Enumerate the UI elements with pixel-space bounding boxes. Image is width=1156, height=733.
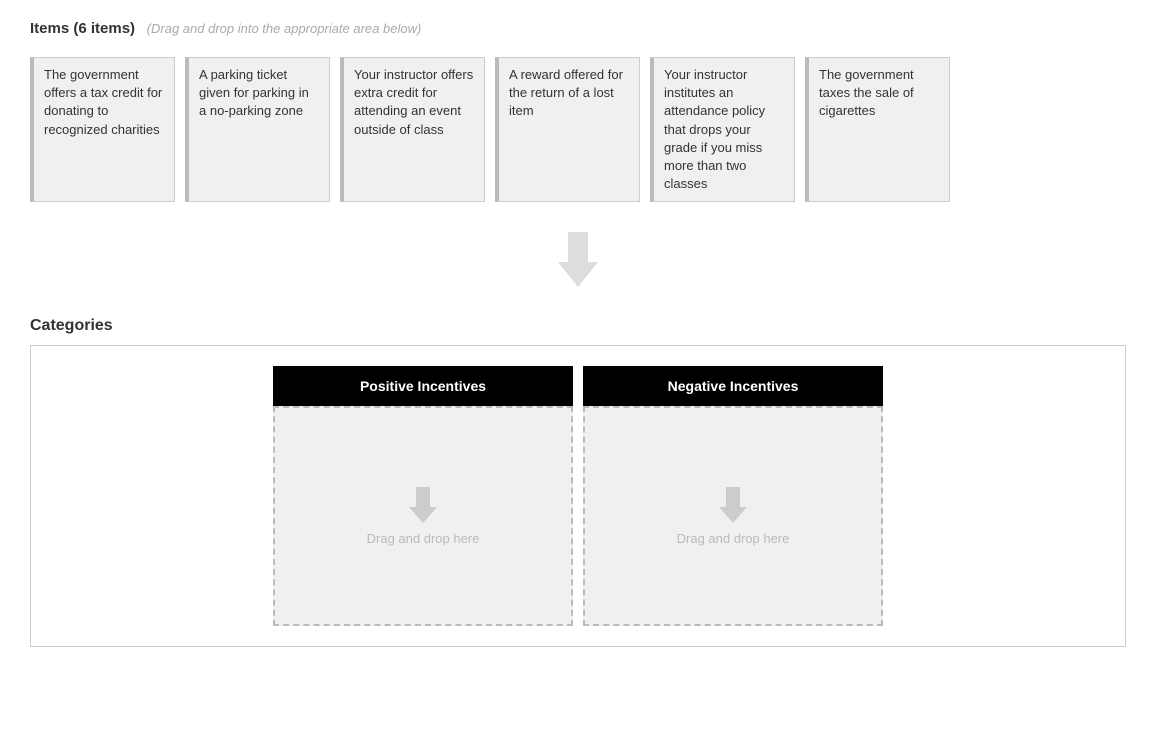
negative-drop-text: Drag and drop here bbox=[677, 531, 790, 546]
items-header: Items (6 items) (Drag and drop into the … bbox=[30, 20, 1126, 37]
items-title: Items (6 items) bbox=[30, 20, 135, 37]
drag-item-2[interactable]: A parking ticket given for parking in a … bbox=[185, 57, 330, 202]
positive-incentives-col: Positive Incentives Drag and drop here bbox=[273, 366, 573, 626]
arrow-down-area bbox=[30, 232, 1126, 287]
down-arrow-icon bbox=[558, 232, 598, 287]
drag-item-6[interactable]: The government taxes the sale of cigaret… bbox=[805, 57, 950, 202]
categories-title: Categories bbox=[30, 317, 1126, 335]
categories-section: Categories Positive Incentives Drag and … bbox=[30, 317, 1126, 647]
negative-drop-arrow-icon bbox=[719, 487, 747, 523]
positive-incentives-header: Positive Incentives bbox=[273, 366, 573, 406]
drag-item-5[interactable]: Your instructor institutes an attendance… bbox=[650, 57, 795, 202]
negative-incentives-header: Negative Incentives bbox=[583, 366, 883, 406]
categories-outer: Positive Incentives Drag and drop here N… bbox=[30, 345, 1126, 647]
positive-drop-arrow-icon bbox=[409, 487, 437, 523]
negative-incentives-drop-zone[interactable]: Drag and drop here bbox=[583, 406, 883, 626]
positive-drop-text: Drag and drop here bbox=[367, 531, 480, 546]
items-container: The government offers a tax credit for d… bbox=[30, 57, 1126, 202]
negative-incentives-col: Negative Incentives Drag and drop here bbox=[583, 366, 883, 626]
drag-item-4[interactable]: A reward offered for the return of a los… bbox=[495, 57, 640, 202]
drag-item-3[interactable]: Your instructor offers extra credit for … bbox=[340, 57, 485, 202]
positive-incentives-drop-zone[interactable]: Drag and drop here bbox=[273, 406, 573, 626]
items-subtitle: (Drag and drop into the appropriate area… bbox=[147, 21, 422, 36]
drag-item-1[interactable]: The government offers a tax credit for d… bbox=[30, 57, 175, 202]
categories-wrapper: Positive Incentives Drag and drop here N… bbox=[273, 366, 883, 626]
